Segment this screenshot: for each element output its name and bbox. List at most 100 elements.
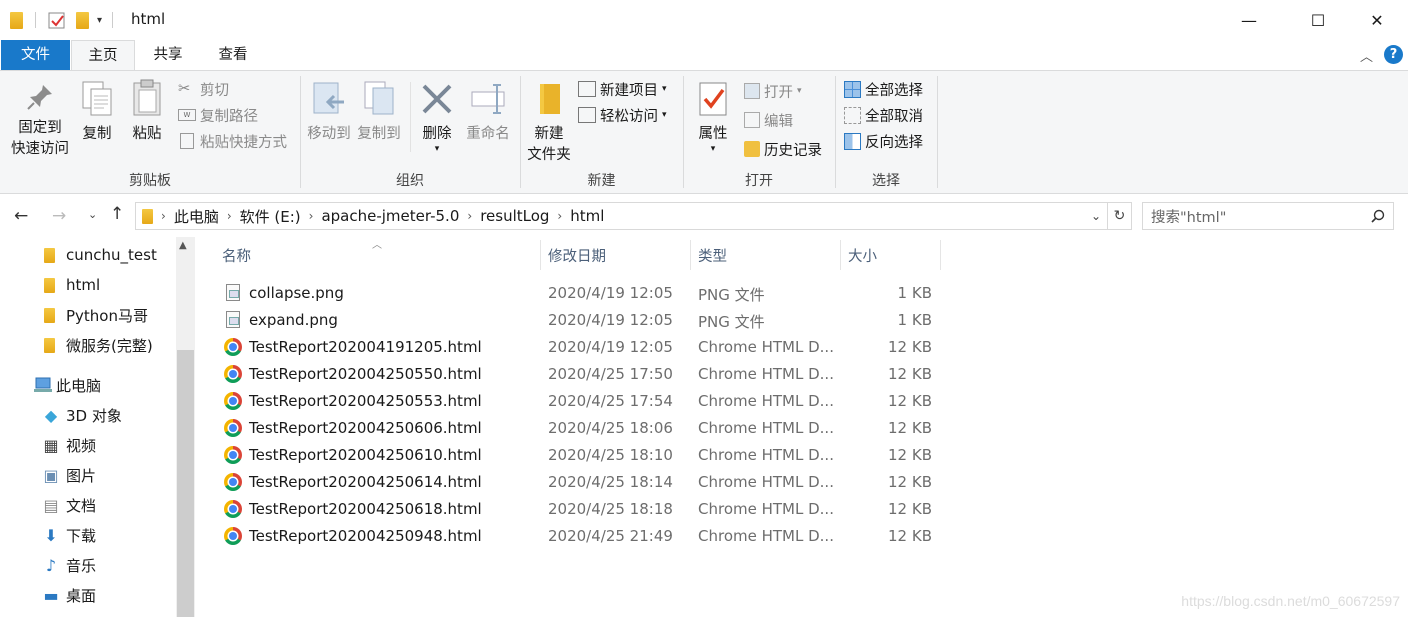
- copy-button[interactable]: 复制: [78, 80, 116, 145]
- file-date: 2020/4/25 18:18: [548, 500, 673, 518]
- column-separator[interactable]: [940, 240, 941, 270]
- open-button[interactable]: 打开 ▾: [744, 80, 802, 102]
- nav-folder-item[interactable]: Python马哥: [0, 300, 176, 330]
- file-row[interactable]: TestReport202004250614.html 2020/4/25 18…: [222, 469, 942, 496]
- properties-button[interactable]: 属性 ▾: [692, 80, 734, 154]
- tab-file[interactable]: 文件: [1, 40, 70, 70]
- nav-pc-item[interactable]: ▤ 文档: [0, 490, 176, 520]
- new-folder-label-1: 新建: [534, 126, 564, 142]
- chevron-right-icon[interactable]: ›: [223, 209, 236, 223]
- file-row[interactable]: TestReport202004250550.html 2020/4/25 17…: [222, 361, 942, 388]
- search-input[interactable]: 搜索"html": [1151, 206, 1226, 227]
- nav-folder-item[interactable]: cunchu_test: [0, 240, 176, 270]
- nav-pc-item[interactable]: ▬ 桌面: [0, 580, 176, 610]
- column-header-name[interactable]: 名称: [222, 240, 251, 270]
- chrome-html-icon: [224, 446, 242, 464]
- breadcrumb-this-pc[interactable]: 此电脑: [170, 206, 223, 227]
- tab-view[interactable]: 查看: [204, 40, 262, 70]
- chevron-right-icon[interactable]: ›: [305, 209, 318, 223]
- select-all-button[interactable]: 全部选择: [844, 78, 923, 100]
- file-row[interactable]: TestReport202004250618.html 2020/4/25 18…: [222, 496, 942, 523]
- copy-path-button[interactable]: W 复制路径: [178, 104, 258, 126]
- nav-pc-item[interactable]: ⬇ 下载: [0, 520, 176, 550]
- file-name: TestReport202004250606.html: [249, 419, 482, 437]
- nav-scrollbar-thumb[interactable]: [177, 350, 194, 617]
- nav-this-pc[interactable]: 此电脑: [0, 370, 176, 400]
- up-arrow-icon[interactable]: ↑: [110, 204, 124, 224]
- column-header-date[interactable]: 修改日期: [548, 240, 606, 270]
- file-row[interactable]: TestReport202004191205.html 2020/4/19 12…: [222, 334, 942, 361]
- refresh-icon[interactable]: ↻: [1108, 202, 1132, 230]
- file-row[interactable]: collapse.png 2020/4/19 12:05 PNG 文件 1 KB: [222, 280, 942, 307]
- search-box[interactable]: 搜索"html": [1142, 202, 1394, 230]
- close-button[interactable]: ✕: [1354, 0, 1400, 40]
- invert-selection-button[interactable]: 反向选择: [844, 130, 923, 152]
- file-row[interactable]: expand.png 2020/4/19 12:05 PNG 文件 1 KB: [222, 307, 942, 334]
- properties-dropdown-icon[interactable]: ▾: [692, 145, 734, 154]
- new-item-icon: [578, 81, 596, 97]
- file-row[interactable]: TestReport202004250606.html 2020/4/25 18…: [222, 415, 942, 442]
- properties-check-icon[interactable]: [48, 11, 66, 29]
- maximize-button[interactable]: ☐: [1295, 0, 1341, 40]
- file-row[interactable]: TestReport202004250553.html 2020/4/25 17…: [222, 388, 942, 415]
- customize-dropdown-icon[interactable]: ▾: [97, 15, 102, 26]
- new-folder-icon[interactable]: [76, 11, 89, 29]
- breadcrumb-jmeter[interactable]: apache-jmeter-5.0: [317, 207, 463, 225]
- nav-pc-item[interactable]: ▣ 图片: [0, 460, 176, 490]
- nav-folder-item[interactable]: 微服务(完整): [0, 330, 176, 360]
- nav-folder-item[interactable]: html: [0, 270, 176, 300]
- address-dropdown-icon[interactable]: ⌄: [1091, 209, 1101, 223]
- paste-button[interactable]: 粘贴: [128, 78, 166, 145]
- column-separator[interactable]: [540, 240, 541, 270]
- open-icon: [744, 83, 760, 99]
- nav-pc-item[interactable]: ◆ 3D 对象: [0, 400, 176, 430]
- png-file-icon: [226, 284, 240, 301]
- new-folder-button[interactable]: 新建 文件夹: [524, 80, 574, 166]
- history-button[interactable]: 历史记录: [744, 138, 822, 160]
- file-size: 1 KB: [897, 311, 932, 329]
- address-bar[interactable]: › 此电脑 › 软件 (E:) › apache-jmeter-5.0 › re…: [135, 202, 1108, 230]
- easy-access-button[interactable]: 轻松访问 ▾: [578, 104, 667, 126]
- chevron-right-icon[interactable]: ›: [157, 209, 170, 223]
- collapse-ribbon-icon[interactable]: ︿: [1360, 46, 1373, 65]
- copy-to-button[interactable]: 复制到: [356, 80, 402, 145]
- chevron-right-icon[interactable]: ›: [463, 209, 476, 223]
- delete-button[interactable]: 删除 ▾: [418, 80, 456, 154]
- sort-ascending-icon: ︿: [372, 240, 382, 251]
- breadcrumb-drive-e[interactable]: 软件 (E:): [236, 206, 305, 227]
- move-to-button[interactable]: 移动到: [306, 80, 352, 145]
- back-arrow-icon[interactable]: ←: [14, 206, 28, 226]
- delete-dropdown-icon[interactable]: ▾: [418, 145, 456, 154]
- scroll-up-icon[interactable]: ▲: [179, 240, 187, 251]
- new-item-button[interactable]: 新建项目 ▾: [578, 78, 667, 100]
- forward-arrow-icon[interactable]: →: [52, 206, 66, 226]
- nav-pc-item[interactable]: ▦ 视频: [0, 430, 176, 460]
- column-separator[interactable]: [840, 240, 841, 270]
- rename-button[interactable]: 重命名: [464, 80, 512, 145]
- paste-shortcut-button[interactable]: 粘贴快捷方式: [178, 130, 287, 152]
- select-none-button[interactable]: 全部取消: [844, 104, 923, 126]
- help-icon[interactable]: ?: [1384, 45, 1403, 64]
- minimize-button[interactable]: —: [1226, 0, 1272, 40]
- open-group-label: 打开: [745, 173, 773, 189]
- file-date: 2020/4/25 18:06: [548, 419, 673, 437]
- file-row[interactable]: TestReport202004250948.html 2020/4/25 21…: [222, 523, 942, 550]
- column-header-size[interactable]: 大小: [848, 240, 877, 270]
- nav-pc-item-label: 3D 对象: [66, 406, 122, 425]
- chevron-right-icon[interactable]: ›: [553, 209, 566, 223]
- column-header-type[interactable]: 类型: [698, 240, 727, 270]
- tab-share[interactable]: 共享: [140, 40, 196, 70]
- tab-home[interactable]: 主页: [71, 40, 135, 71]
- edit-button[interactable]: 编辑: [744, 109, 793, 131]
- cut-button[interactable]: ✂ 剪切: [178, 78, 229, 100]
- breadcrumb-html[interactable]: html: [566, 207, 608, 225]
- nav-pc-item-label: 下载: [66, 526, 97, 545]
- breadcrumb-resultlog[interactable]: resultLog: [476, 207, 553, 225]
- file-row[interactable]: TestReport202004250610.html 2020/4/25 18…: [222, 442, 942, 469]
- nav-pc-item[interactable]: ♪ 音乐: [0, 550, 176, 580]
- rename-icon: [471, 84, 505, 114]
- pin-quick-access-button[interactable]: 固定到 快速访问: [8, 82, 72, 160]
- file-name: TestReport202004250618.html: [249, 500, 482, 518]
- recent-locations-chevron-icon[interactable]: ⌄: [88, 208, 97, 221]
- column-separator[interactable]: [690, 240, 691, 270]
